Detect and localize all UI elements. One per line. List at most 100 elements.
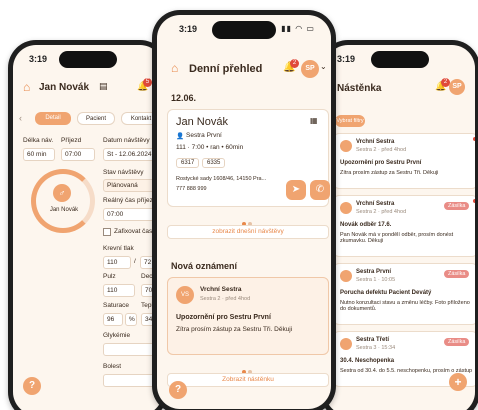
card-title: Novák odběr 17.6. (340, 222, 392, 228)
card-text: Pan Novák má v pondělí odběr, prosím don… (340, 232, 454, 244)
prijezd-field[interactable]: 07:00 (61, 148, 95, 161)
avatar[interactable]: SP (449, 79, 465, 95)
page-title: Denní přehled (189, 63, 263, 75)
status-time: 3:19 (179, 24, 198, 34)
author-avatar (340, 338, 352, 350)
card-author: Vrchní Sestra (356, 139, 395, 145)
slash: / (134, 258, 136, 265)
card-meta: Sestra 3 · 15:34 (356, 345, 396, 351)
glykemie-label: Glykémie (103, 332, 131, 339)
chip: 6335 (202, 158, 226, 168)
saturace-label: Saturace (103, 302, 130, 309)
notch (371, 51, 429, 68)
notification-badge: 2 (290, 59, 299, 68)
card-text: Zítra prosím zástup za Sestru Tři. Děkuj… (340, 170, 439, 176)
status-icons: ▮▮ ◠ ▭ (281, 24, 315, 33)
prijezd-label: Příjezd (61, 137, 82, 144)
datum-label: Datum návštěvy (103, 137, 150, 144)
ann-author: Vrchní Sestra (200, 286, 242, 293)
announcement-card[interactable]: VS Vrchní Sestra Sestra 2 · před 4hod Up… (167, 277, 329, 355)
add-button[interactable]: + (449, 373, 467, 391)
ann-title: Upozornění pro Sestru První (176, 314, 271, 321)
chevron-down-icon[interactable]: ⌄ (320, 62, 327, 71)
card-meta: Sestra 1 · 10:05 (356, 277, 396, 283)
help-button[interactable]: ? (23, 377, 41, 395)
visit-nurse: Sestra První (186, 132, 222, 139)
date-heading: 12.06. (171, 93, 197, 103)
call-button[interactable]: ✆ (310, 180, 330, 200)
patient-name: Jan Novák (49, 207, 79, 213)
visit-patient-name: Jan Novák (176, 116, 228, 128)
card-title: 30.4. Neschopenka (340, 358, 395, 364)
right-screen: 3:19 Nástěnka 🔔 2 SP Vybrat filtry Vrchn… (325, 45, 475, 410)
center-phone: 3:19 ▮▮ ◠ ▭ ⌂ Denní přehled 🔔 2 SP ⌄ 12.… (152, 10, 336, 410)
author-avatar (340, 270, 352, 282)
unread-dot (473, 199, 475, 203)
navigate-button[interactable]: ➤ (286, 180, 306, 200)
pulz-field[interactable]: 110 (103, 284, 135, 297)
visit-phone: 777 888 999 (176, 186, 207, 192)
card-author: Sestra První (356, 269, 392, 275)
unread-dot (473, 137, 475, 141)
board-card[interactable]: Sestra První Sestra 1 · 10:05 Zásilka Po… (333, 263, 475, 325)
delka-field[interactable]: 60 min (23, 148, 55, 161)
board-card[interactable]: Vrchní Sestra Sestra 2 · před 4hod Zásil… (333, 195, 475, 257)
krevni-a-field[interactable]: 110 (103, 256, 131, 269)
zafixovat-label: Zafixovat čas (114, 228, 153, 235)
card-author: Vrchní Sestra (356, 201, 395, 207)
delka-label: Délka náv. (23, 137, 54, 144)
show-visits-button[interactable]: zobrazit dnešní návštěvy (167, 225, 329, 239)
male-icon: ♂ (53, 184, 71, 202)
board-card[interactable]: Vrchní Sestra Sestra 2 · před 4hod Upozo… (333, 133, 475, 189)
card-title: Porucha defektu Pacient Devátý (340, 290, 432, 296)
visit-address: Rostycké sady 1608/46, 14150 Pra... (176, 176, 267, 182)
avatar[interactable]: SP (301, 60, 319, 78)
left-screen: 3:19 ⌂ Jan Novák ▤ 🔔 5 SP ‹ Detail Pacie… (13, 45, 163, 410)
zafixovat-checkbox[interactable] (103, 228, 111, 236)
author-avatar (340, 140, 352, 152)
status-time: 3:19 (29, 54, 48, 64)
home-icon[interactable]: ⌂ (23, 80, 30, 94)
chip: 6317 (176, 158, 200, 168)
card-meta: Sestra 2 · před 4hod (356, 209, 407, 215)
right-phone: 3:19 Nástěnka 🔔 2 SP Vybrat filtry Vrchn… (320, 40, 478, 410)
tag-badge: Zásilka (444, 202, 470, 210)
saturace-field[interactable]: 96 (103, 313, 123, 326)
card-meta: Sestra 2 · před 4hod (356, 147, 407, 153)
chevron-left-icon[interactable]: ‹ (19, 113, 22, 123)
ann-meta: Sestra 2 · před 4hod (200, 296, 251, 302)
visit-info: 111 · 7:00 • ran • 60min (176, 144, 244, 151)
saturace-unit: % (125, 313, 137, 326)
filter-button[interactable]: Vybrat filtry (335, 115, 365, 127)
author-avatar (340, 202, 352, 214)
tab-pacient[interactable]: Pacient (77, 112, 115, 125)
page-title: Jan Novák (39, 82, 90, 93)
phone-mockup-stage: 3:19 ⌂ Jan Novák ▤ 🔔 5 SP ‹ Detail Pacie… (0, 0, 478, 410)
status-time: 3:19 (337, 54, 356, 64)
show-board-button[interactable]: Zobrazit nástěnku (167, 373, 329, 387)
help-button[interactable]: ? (169, 381, 187, 399)
visit-card[interactable]: Jan Novák ▦ 👤 Sestra První 111 · 7:00 • … (167, 109, 330, 207)
tab-detail[interactable]: Detail (35, 112, 71, 125)
notch (212, 21, 276, 39)
stav-label: Stav návštěvy (103, 169, 144, 176)
card-title: Upozornění pro Sestru První (340, 160, 422, 166)
calendar-icon[interactable]: ▦ (310, 116, 318, 125)
tag-badge: Zásilka (444, 338, 470, 346)
page-title: Nástěnka (337, 83, 382, 94)
krevni-label: Krevní tlak (103, 245, 134, 252)
notification-badge: 5 (143, 78, 152, 87)
person-icon: 👤 (176, 133, 185, 140)
left-phone: 3:19 ⌂ Jan Novák ▤ 🔔 5 SP ‹ Detail Pacie… (8, 40, 168, 410)
pulz-label: Pulz (103, 273, 116, 280)
document-icon[interactable]: ▤ (99, 81, 108, 92)
home-icon[interactable]: ⌂ (171, 61, 178, 75)
ann-text: Zítra prosím zástup za Sestru Tři. Děkuj… (176, 326, 293, 333)
notch (59, 51, 117, 68)
center-screen: 3:19 ▮▮ ◠ ▭ ⌂ Denní přehled 🔔 2 SP ⌄ 12.… (157, 15, 331, 409)
card-author: Sestra Třetí (356, 337, 390, 343)
section-title: Nová oznámení (171, 261, 238, 271)
bolest-label: Bolest (103, 363, 122, 370)
author-avatar: VS (176, 286, 194, 304)
tag-badge: Zásilka (444, 270, 470, 278)
